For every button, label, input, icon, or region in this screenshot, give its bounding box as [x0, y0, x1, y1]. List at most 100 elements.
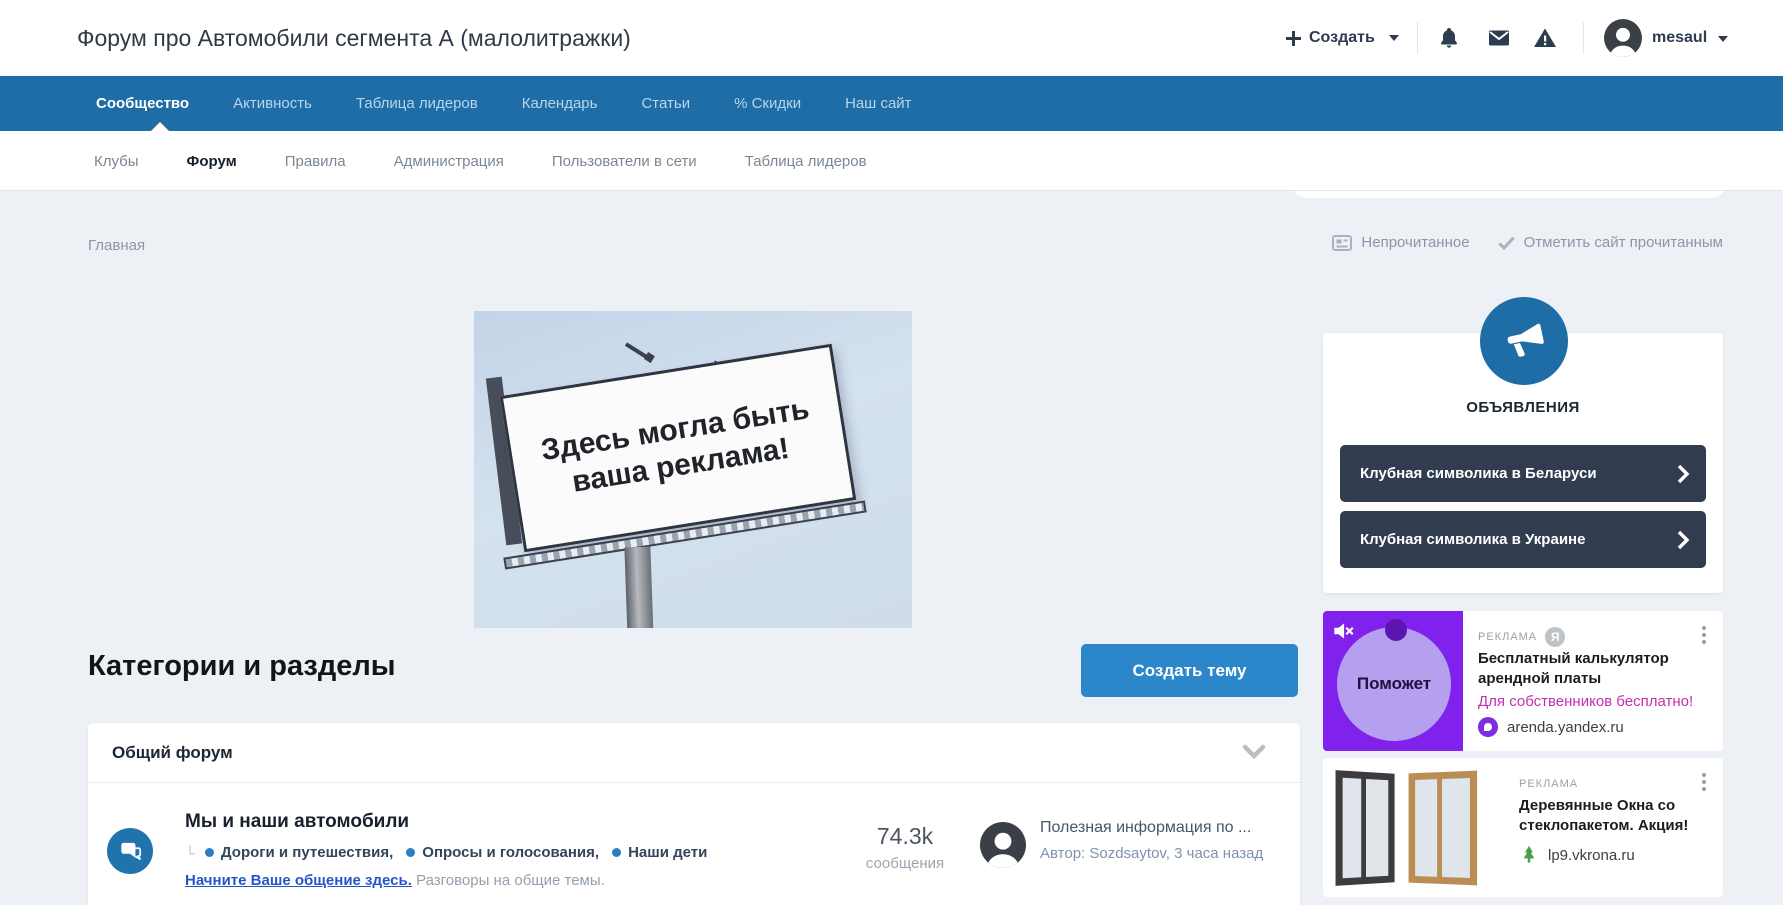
subforum-list: └ Дороги и путешествия, Опросы и голосов… — [185, 844, 707, 861]
ad-title[interactable]: Бесплатный калькулятор арендной платы — [1478, 649, 1693, 690]
unread-label: Непрочитанное — [1361, 234, 1470, 251]
ad-disclosure-label: РЕКЛАМА — [1519, 778, 1579, 790]
forum-icon-badge — [107, 828, 153, 874]
collapse-chevron-down-icon[interactable] — [1242, 743, 1266, 761]
chevron-right-icon — [1677, 464, 1690, 484]
subnav-item-rules[interactable]: Правила — [285, 153, 346, 170]
yandex-badge-icon: Я — [1545, 627, 1566, 647]
nav-item-discounts[interactable]: % Скидки — [734, 95, 801, 112]
ad-image — [1323, 758, 1493, 897]
ad-card-wooden-windows[interactable]: РЕКЛАМА Деревянные Окна со стеклопакетом… — [1323, 758, 1723, 897]
ad-domain[interactable]: lp9.vkrona.ru — [1548, 847, 1635, 864]
muted-speaker-icon[interactable] — [1330, 618, 1356, 644]
secondary-nav: Клубы Форум Правила Администрация Пользо… — [0, 131, 1783, 191]
last-post-meta: Автор: Sozdsaytov, 3 часа назад — [1040, 845, 1264, 862]
ad-image-text: Поможет — [1356, 674, 1432, 693]
create-menu-button[interactable]: Создать — [1286, 0, 1399, 76]
nav-item-leaderboard[interactable]: Таблица лидеров — [356, 95, 478, 112]
chevron-down-icon — [1388, 35, 1399, 41]
header-divider — [1583, 22, 1584, 54]
nav-item-our-site[interactable]: Наш сайт — [845, 95, 911, 112]
create-menu-label: Создать — [1309, 29, 1375, 46]
ad-image: Поможет — [1323, 611, 1463, 751]
notifications-bell-icon[interactable] — [1437, 26, 1461, 50]
header: Форум про Автомобили сегмента А (малолит… — [0, 0, 1783, 76]
ad-menu-button[interactable] — [1697, 770, 1711, 794]
billboard-ad-image[interactable]: Здесь могла быть ваша реклама! — [474, 311, 912, 628]
ad-image-circle: Поможет — [1337, 627, 1451, 741]
window-dark — [1335, 770, 1395, 886]
bullet-icon — [406, 848, 416, 857]
subnav-item-leaderboard[interactable]: Таблица лидеров — [745, 153, 867, 170]
last-poster-avatar[interactable] — [980, 822, 1026, 868]
primary-nav: Сообщество Активность Таблица лидеров Ка… — [0, 76, 1783, 198]
mark-site-read-link[interactable]: Отметить сайт прочитанным — [1498, 234, 1723, 251]
forum-link[interactable]: Мы и наши автомобили — [185, 811, 409, 833]
category-header: Общий форум — [88, 723, 1300, 783]
messages-envelope-icon[interactable] — [1487, 26, 1511, 50]
user-avatar[interactable] — [1604, 19, 1642, 57]
header-divider — [1417, 22, 1418, 54]
start-chat-link[interactable]: Начните Ваше общение здесь. — [185, 872, 412, 889]
billboard-pole — [624, 546, 654, 628]
chat-bubbles-icon — [121, 842, 142, 861]
mark-site-read-label: Отметить сайт прочитанным — [1523, 234, 1723, 251]
posts-count: 74.3k — [876, 823, 934, 849]
window-wood — [1408, 770, 1478, 886]
active-nav-pointer — [151, 122, 169, 131]
site-title[interactable]: Форум про Автомобили сегмента А (малолит… — [77, 0, 631, 76]
announcements-megaphone-badge — [1480, 297, 1568, 385]
plus-icon — [1286, 30, 1301, 46]
forum-description-line: Начните Ваше общение здесь. Разговоры на… — [185, 872, 605, 889]
megaphone-icon — [1507, 323, 1544, 357]
ad-title[interactable]: Деревянные Окна со стеклопакетом. Акция! — [1519, 796, 1719, 837]
unread-content-link[interactable]: Непрочитанное — [1332, 234, 1470, 251]
newspaper-icon — [1332, 234, 1353, 251]
nav-item-articles[interactable]: Статьи — [641, 95, 690, 112]
subforum-link-polls[interactable]: Опросы и голосования, — [422, 844, 599, 861]
category-panel: Общий форум Мы и наши автомобили └ Дорог… — [88, 723, 1300, 905]
breadcrumb-home[interactable]: Главная — [88, 237, 145, 254]
announcement-belarus-button[interactable]: Клубная символика в Беларуси — [1340, 445, 1706, 502]
nav-item-activity[interactable]: Активность — [233, 95, 312, 112]
ad-card-yandex-calculator[interactable]: Поможет РЕКЛАМА Я Бесплатный калькулятор… — [1323, 611, 1723, 751]
user-menu[interactable]: mesaul — [1652, 0, 1728, 76]
subnav-item-forum[interactable]: Форум — [187, 153, 237, 170]
ad-favicon — [1478, 717, 1498, 737]
ad-image-dot — [1385, 619, 1407, 641]
subnav-item-online-users[interactable]: Пользователи в сети — [552, 153, 697, 170]
last-post-title-link[interactable]: Полезная информация по ... — [1040, 819, 1285, 837]
subnav-item-clubs[interactable]: Клубы — [94, 153, 139, 170]
announcement-ukraine-button[interactable]: Клубная символика в Украине — [1340, 511, 1706, 568]
subnav-item-administration[interactable]: Администрация — [394, 153, 504, 170]
ad-subtitle[interactable]: Для собственников бесплатно! — [1478, 693, 1693, 710]
category-title[interactable]: Общий форум — [112, 723, 233, 783]
announcements-title: ОБЪЯВЛЕНИЯ — [1466, 399, 1580, 416]
ad-disclosure-label: РЕКЛАМА — [1478, 631, 1538, 643]
posts-unit: сообщения — [865, 855, 945, 872]
tree-connector-icon: └ — [185, 844, 195, 861]
bullet-icon — [204, 848, 214, 857]
reports-warning-icon[interactable] — [1533, 26, 1557, 50]
page-title: Категории и разделы — [88, 650, 396, 682]
subforum-link-roads[interactable]: Дороги и путешествия, — [221, 844, 393, 861]
nav-item-community[interactable]: Сообщество — [96, 95, 189, 112]
username: mesaul — [1652, 29, 1708, 46]
announcement-label: Клубная символика в Украине — [1360, 531, 1586, 548]
create-topic-button[interactable]: Создать тему — [1081, 644, 1298, 697]
person-icon — [986, 832, 1020, 868]
last-post: Полезная информация по ... Автор: Sozdsa… — [1040, 819, 1285, 865]
page: Форум про Автомобили сегмента А (малолит… — [0, 0, 1783, 905]
breadcrumb-actions: Непрочитанное Отметить сайт прочитанным — [1332, 234, 1723, 251]
chevron-right-icon — [1677, 530, 1690, 550]
bullet-icon — [612, 848, 622, 857]
announcement-label: Клубная символика в Беларуси — [1360, 465, 1597, 482]
forum-description: Разговоры на общие темы. — [416, 872, 605, 889]
ad-domain[interactable]: arenda.yandex.ru — [1507, 719, 1624, 736]
billboard-lamp — [624, 342, 650, 360]
ad-menu-button[interactable] — [1697, 623, 1711, 647]
tree-icon — [1523, 845, 1535, 863]
chevron-down-icon — [1717, 36, 1728, 42]
subforum-link-kids[interactable]: Наши дети — [628, 844, 707, 861]
nav-item-calendar[interactable]: Календарь — [522, 95, 598, 112]
